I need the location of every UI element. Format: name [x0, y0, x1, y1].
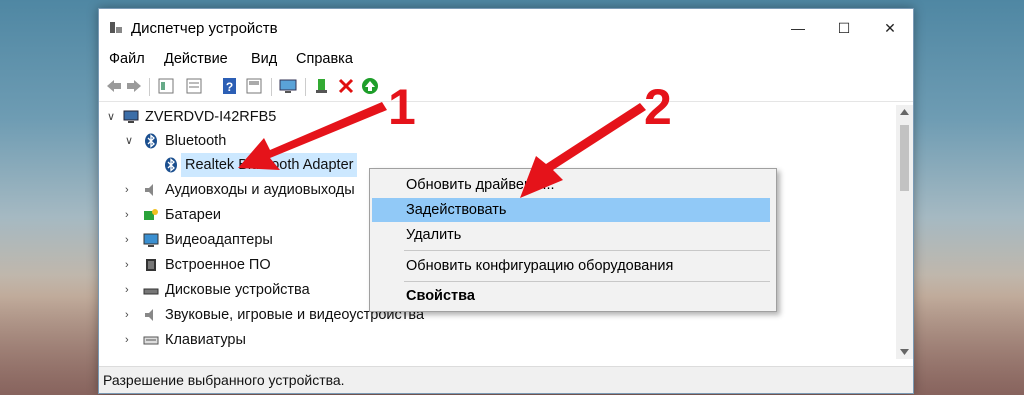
annotation-arrow-2 — [520, 103, 646, 198]
annotation-number-1: 1 — [388, 79, 416, 135]
annotation-number-2: 2 — [644, 79, 672, 135]
annotation-arrows — [238, 102, 646, 198]
annotation-arrow-1 — [238, 102, 387, 170]
